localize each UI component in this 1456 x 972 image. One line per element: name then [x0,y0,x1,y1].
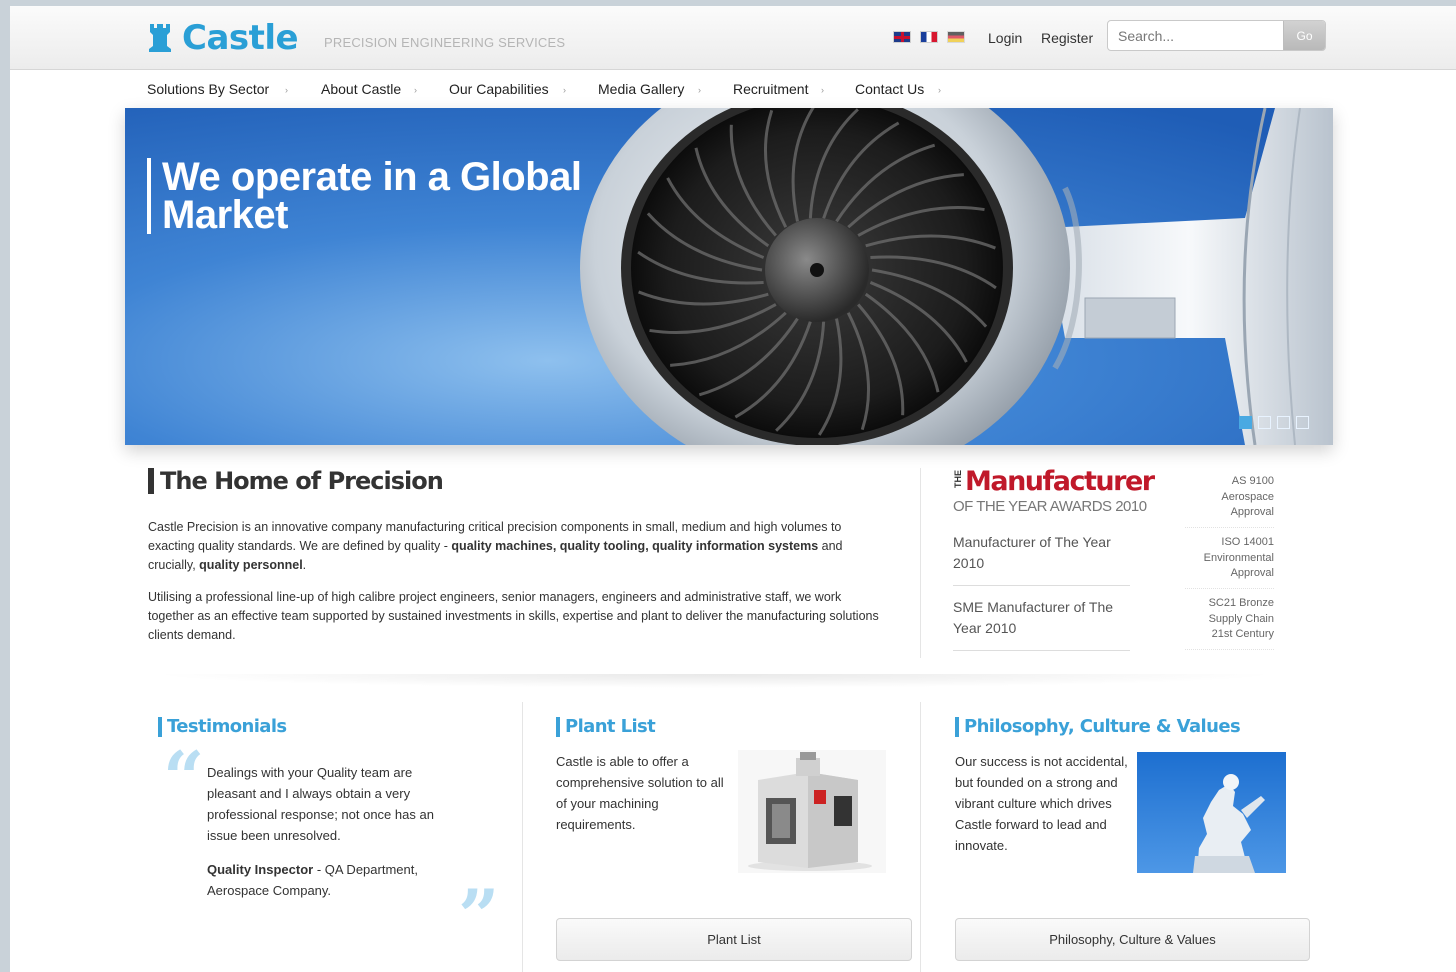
awards-logo-the: THE [953,470,963,488]
nav-arrow-icon: › [414,85,417,95]
top-bar: Castle PRECISION ENGINEERING SERVICES Lo… [10,6,1456,70]
plant-list-text: Castle is able to offer a comprehensive … [556,754,724,832]
nav-arrow-icon: › [698,85,701,95]
nav-our-capabilities[interactable]: Our Capabilities [449,81,549,97]
nav-arrow-icon: › [821,85,824,95]
machining-center-image [738,750,886,873]
search-box: Go [1107,20,1326,51]
brand-name: Castle [182,18,299,58]
nav-about-castle[interactable]: About Castle [321,81,401,97]
hero-banner[interactable]: We operate in a Global Market [125,108,1333,445]
plant-list-button[interactable]: Plant List [556,918,912,961]
testimonials-title: Testimonials [158,717,287,737]
slide-dot-1[interactable] [1239,416,1252,429]
castle-tower-icon [148,24,172,52]
intro-bold-text: quality personnel [199,558,303,572]
intro-bold-text: quality machines, quality tooling, quali… [451,539,819,553]
intro-paragraph-1: Castle Precision is an innovative compan… [148,518,888,575]
tagline: PRECISION ENGINEERING SERVICES [324,35,566,50]
slide-dot-3[interactable] [1277,416,1290,429]
home-of-precision-title: The Home of Precision [148,468,444,494]
language-selector [893,31,965,43]
france-flag-icon[interactable] [920,31,938,43]
statue-image [1137,752,1286,873]
award-manufacturer-of-the-year: Manufacturer of The Year 2010 [953,532,1130,586]
open-quote-icon: “ [163,735,205,820]
slide-dot-4[interactable] [1296,416,1309,429]
cert-iso14001: ISO 14001 Environmental Approval [1185,535,1274,589]
philosophy-button[interactable]: Philosophy, Culture & Values [955,918,1310,961]
search-input[interactable] [1108,21,1285,50]
award-sme-manufacturer: SME Manufacturer of The Year 2010 [953,597,1130,651]
testimonial-author-role: Quality Inspector [207,862,314,877]
nav-arrow-icon: › [938,85,941,95]
column-divider [522,702,523,972]
castle-logo[interactable]: Castle [148,18,299,58]
nav-contact-us[interactable]: Contact Us [855,81,924,97]
page: Castle PRECISION ENGINEERING SERVICES Lo… [10,6,1456,972]
intro-text: . [302,558,307,572]
awards-logo-main: Manufacturer [965,466,1155,497]
cert-as9100: AS 9100 Aerospace Approval [1185,474,1274,528]
nav-arrow-icon: › [563,85,566,95]
search-go-button[interactable]: Go [1283,21,1325,50]
main-nav: Solutions By Sector › About Castle › Our… [10,70,1456,110]
testimonial-quote: Dealings with your Quality team are plea… [207,765,434,843]
section-divider [920,468,921,658]
philosophy-text: Our success is not accidental, but found… [955,754,1128,853]
testimonial-author: Quality Inspector - QA Department, Aeros… [207,859,452,901]
nav-media-gallery[interactable]: Media Gallery [598,81,684,97]
slider-dots [1239,416,1309,429]
plant-list-title: Plant List [556,717,656,737]
section-shadow-divider [148,674,1282,688]
awards-logo-sub: OF THE YEAR AWARDS 2010 [953,498,1147,515]
nav-arrow-icon: › [285,85,288,95]
cert-sc21: SC21 Bronze Supply Chain 21st Century [1185,596,1274,650]
germany-flag-icon[interactable] [947,31,965,43]
login-link[interactable]: Login [988,30,1022,46]
close-quote-icon: ” [458,873,500,958]
slide-dot-2[interactable] [1258,416,1271,429]
philosophy-title: Philosophy, Culture & Values [955,717,1241,737]
uk-flag-icon[interactable] [893,31,911,43]
intro-paragraph-2: Utilising a professional line-up of high… [148,590,879,642]
nav-recruitment[interactable]: Recruitment [733,81,808,97]
column-divider [920,702,921,972]
hero-title: We operate in a Global Market [147,157,587,235]
nav-solutions-by-sector[interactable]: Solutions By Sector [147,81,269,97]
register-link[interactable]: Register [1041,30,1093,46]
